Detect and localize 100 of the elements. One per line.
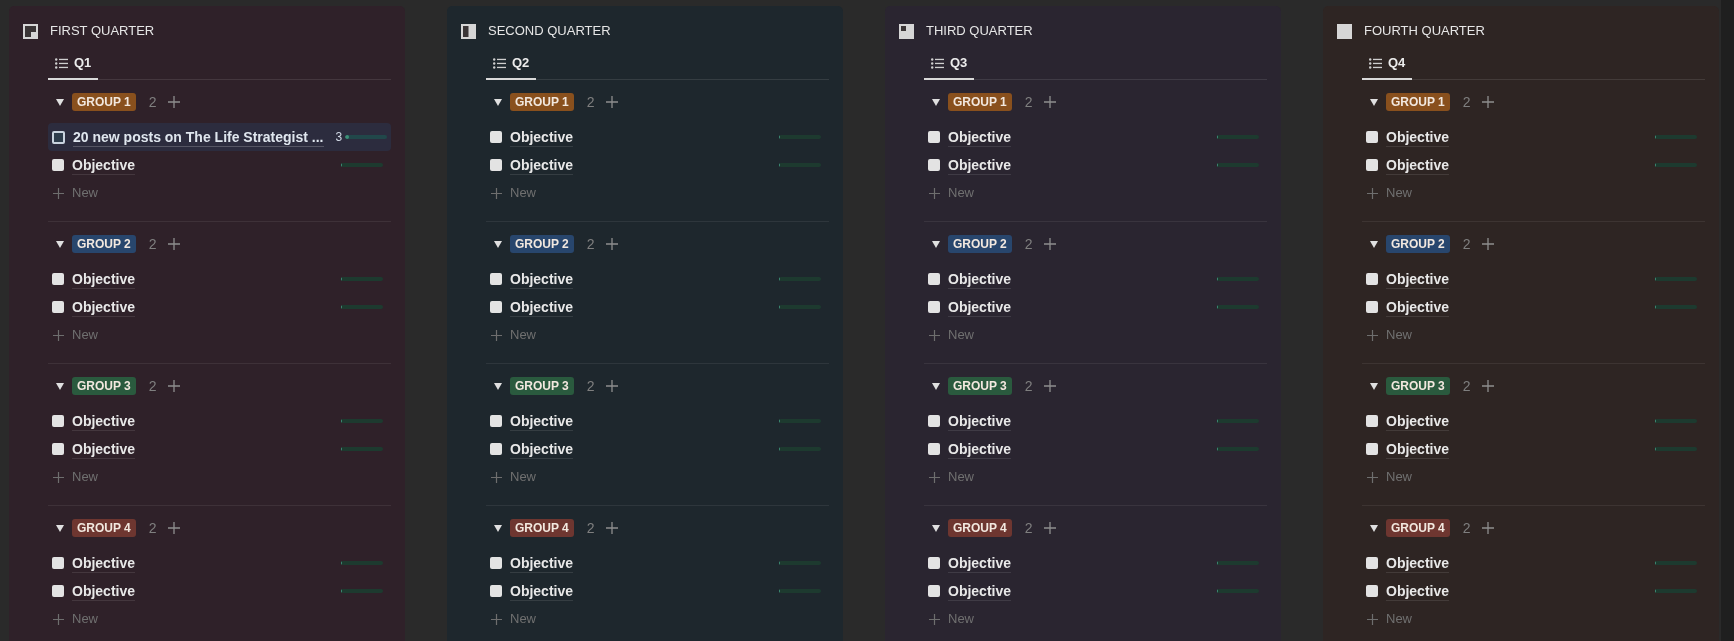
item-title[interactable]: Objective xyxy=(510,553,574,573)
plus-icon[interactable] xyxy=(1481,522,1494,534)
plus-icon[interactable] xyxy=(1481,380,1494,392)
view-tab[interactable]: Q2 xyxy=(486,48,537,80)
checkbox[interactable] xyxy=(52,443,64,455)
checkbox[interactable] xyxy=(490,415,502,427)
item-title[interactable]: Objective xyxy=(948,297,1012,317)
item-title[interactable]: Objective xyxy=(72,553,136,573)
plus-icon[interactable] xyxy=(167,238,180,250)
item-title[interactable]: Objective xyxy=(510,581,574,601)
item-title[interactable]: Objective xyxy=(510,439,574,459)
item-title[interactable]: Objective xyxy=(1386,553,1450,573)
triangle-down-icon[interactable] xyxy=(1370,98,1378,106)
item-title[interactable]: Objective xyxy=(1386,581,1450,601)
checkbox[interactable] xyxy=(928,159,940,171)
triangle-down-icon[interactable] xyxy=(1370,524,1378,532)
triangle-down-icon[interactable] xyxy=(932,98,940,106)
item-title[interactable]: Objective xyxy=(72,297,136,317)
checkbox[interactable] xyxy=(1366,585,1378,597)
item-title[interactable]: Objective xyxy=(510,297,574,317)
item-title[interactable]: Objective xyxy=(510,411,574,431)
triangle-down-icon[interactable] xyxy=(56,524,64,532)
triangle-down-icon[interactable] xyxy=(1370,240,1378,248)
triangle-down-icon[interactable] xyxy=(56,382,64,390)
checkbox[interactable] xyxy=(52,557,64,569)
checkbox[interactable] xyxy=(928,443,940,455)
triangle-down-icon[interactable] xyxy=(932,524,940,532)
item-title[interactable]: Objective xyxy=(948,127,1012,147)
item-title[interactable]: Objective xyxy=(948,269,1012,289)
plus-icon[interactable] xyxy=(167,522,180,534)
item-title[interactable]: Objective xyxy=(72,581,136,601)
checkbox[interactable] xyxy=(490,159,502,171)
plus-icon[interactable] xyxy=(167,96,180,108)
list-item[interactable]: 20 new posts on The Life Strategist ... 3 xyxy=(48,123,391,151)
item-title[interactable]: Objective xyxy=(948,581,1012,601)
checkbox[interactable] xyxy=(928,301,940,313)
view-tab[interactable]: Q1 xyxy=(48,48,99,80)
triangle-down-icon[interactable] xyxy=(1370,382,1378,390)
plus-icon[interactable] xyxy=(605,96,618,108)
checkbox[interactable] xyxy=(490,273,502,285)
checkbox[interactable] xyxy=(928,273,940,285)
item-title[interactable]: Objective xyxy=(1386,297,1450,317)
plus-icon[interactable] xyxy=(1043,238,1056,250)
checkbox[interactable] xyxy=(1366,159,1378,171)
plus-icon[interactable] xyxy=(167,380,180,392)
triangle-down-icon[interactable] xyxy=(56,240,64,248)
triangle-down-icon[interactable] xyxy=(494,240,502,248)
item-title[interactable]: Objective xyxy=(72,439,136,459)
checkbox[interactable] xyxy=(1366,443,1378,455)
checkbox[interactable] xyxy=(928,131,940,143)
plus-icon[interactable] xyxy=(605,238,618,250)
item-title[interactable]: Objective xyxy=(948,411,1012,431)
plus-icon[interactable] xyxy=(605,522,618,534)
checkbox[interactable] xyxy=(490,443,502,455)
item-title[interactable]: Objective xyxy=(510,269,574,289)
checkbox[interactable] xyxy=(928,557,940,569)
view-tab[interactable]: Q3 xyxy=(924,48,975,80)
item-title[interactable]: Objective xyxy=(948,155,1012,175)
checkbox[interactable] xyxy=(1366,557,1378,569)
checkbox[interactable] xyxy=(1366,301,1378,313)
plus-icon[interactable] xyxy=(1481,238,1494,250)
checkbox[interactable] xyxy=(52,415,64,427)
triangle-down-icon[interactable] xyxy=(494,382,502,390)
checkbox[interactable] xyxy=(1366,415,1378,427)
checkbox[interactable] xyxy=(52,273,64,285)
checkbox[interactable] xyxy=(928,415,940,427)
checkbox[interactable] xyxy=(52,159,64,171)
checkbox[interactable] xyxy=(52,130,65,144)
item-title[interactable]: Objective xyxy=(1386,269,1450,289)
plus-icon[interactable] xyxy=(1481,96,1494,108)
checkbox[interactable] xyxy=(52,301,64,313)
item-title[interactable]: Objective xyxy=(72,269,136,289)
item-title[interactable]: Objective xyxy=(1386,127,1450,147)
item-title[interactable]: Objective xyxy=(510,127,574,147)
triangle-down-icon[interactable] xyxy=(494,98,502,106)
checkbox[interactable] xyxy=(490,585,502,597)
item-title[interactable]: Objective xyxy=(72,155,136,175)
triangle-down-icon[interactable] xyxy=(494,524,502,532)
plus-icon[interactable] xyxy=(1043,380,1056,392)
triangle-down-icon[interactable] xyxy=(932,240,940,248)
checkbox[interactable] xyxy=(1366,273,1378,285)
checkbox[interactable] xyxy=(490,557,502,569)
checkbox[interactable] xyxy=(490,301,502,313)
view-tab[interactable]: Q4 xyxy=(1362,48,1413,80)
checkbox[interactable] xyxy=(1366,131,1378,143)
item-title[interactable]: Objective xyxy=(948,439,1012,459)
plus-icon[interactable] xyxy=(1043,96,1056,108)
item-title[interactable]: Objective xyxy=(1386,411,1450,431)
item-title[interactable]: Objective xyxy=(1386,439,1450,459)
item-title[interactable]: Objective xyxy=(948,553,1012,573)
item-title[interactable]: 20 new posts on The Life Strategist ... xyxy=(73,127,324,147)
triangle-down-icon[interactable] xyxy=(56,98,64,106)
item-title[interactable]: Objective xyxy=(72,411,136,431)
checkbox[interactable] xyxy=(928,585,940,597)
plus-icon[interactable] xyxy=(1043,522,1056,534)
checkbox[interactable] xyxy=(52,585,64,597)
triangle-down-icon[interactable] xyxy=(932,382,940,390)
checkbox[interactable] xyxy=(490,131,502,143)
item-title[interactable]: Objective xyxy=(1386,155,1450,175)
plus-icon[interactable] xyxy=(605,380,618,392)
